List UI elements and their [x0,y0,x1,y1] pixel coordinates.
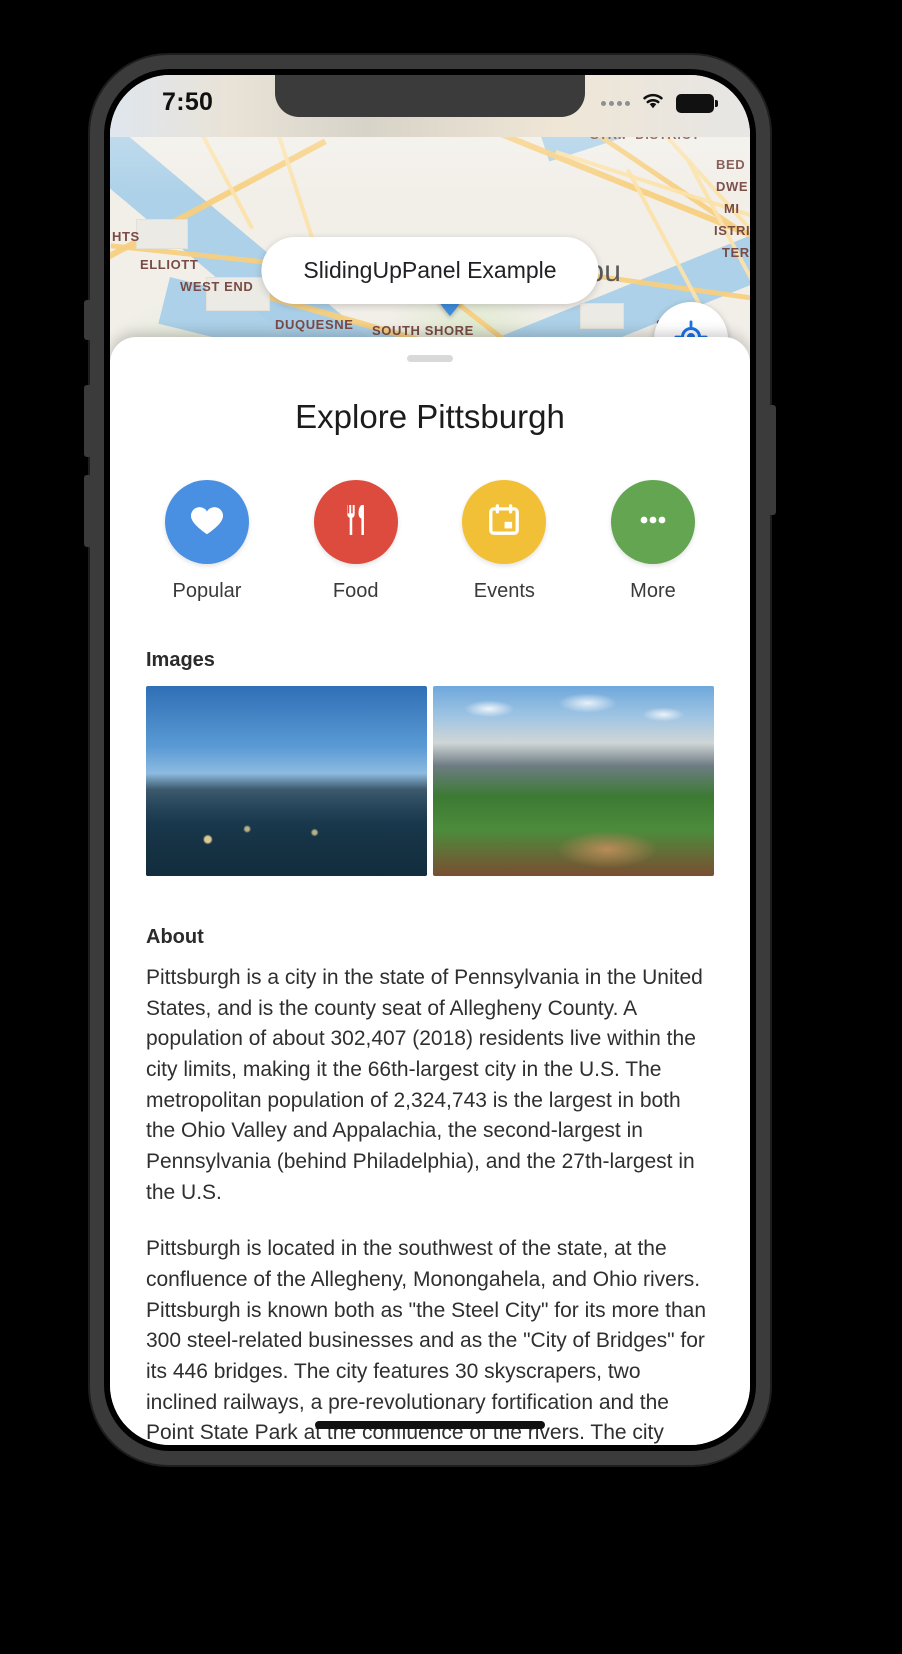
action-popular-label: Popular [172,580,242,602]
about-heading: About [146,926,204,948]
sliding-up-panel[interactable]: Explore Pittsburgh Popular Food Events M… [110,337,750,1445]
map-label: HTS [112,229,140,244]
map-label: WEST END [180,279,254,294]
image-thumbnail[interactable] [433,686,714,876]
phone-device-frame: HTS ELLIOTT WEST END DUQUESNE HEIGHTS SO… [84,55,776,1465]
map-label: TER [722,245,750,260]
ellipsis-icon [634,501,672,544]
silence-switch[interactable] [84,300,92,340]
status-time: 7:50 [162,88,214,116]
map-road [244,127,316,245]
quick-action-row: Popular Food Events More [110,436,750,603]
action-more-label: More [630,580,676,602]
about-section: About Pittsburgh is a city in the state … [110,926,750,1445]
map-title-text: SlidingUpPanel Example [303,257,557,283]
heart-icon [188,501,226,544]
map-label: DUQUESNE [275,317,354,332]
volume-up-button[interactable] [84,385,92,457]
cutlery-icon [338,502,374,543]
home-indicator[interactable] [315,1421,545,1429]
about-paragraph: Pittsburgh is a city in the state of Pen… [146,966,703,1204]
action-more-circle[interactable] [610,480,695,564]
action-popular-circle[interactable] [165,480,249,564]
phone-screen: HTS ELLIOTT WEST END DUQUESNE HEIGHTS SO… [110,75,750,1445]
calendar-icon [486,502,522,543]
device-notch [275,75,585,117]
action-events[interactable]: Events [453,480,555,603]
map-label: SOUTH SHORE [372,323,474,338]
action-food[interactable]: Food [305,480,407,603]
status-indicators [601,91,718,115]
signal-dots-icon [601,100,630,106]
action-popular[interactable]: Popular [156,480,258,603]
images-row[interactable] [110,686,750,876]
wifi-icon [640,91,666,115]
panel-title: Explore Pittsburgh [295,398,565,435]
battery-full-icon [676,93,718,113]
volume-down-button[interactable] [84,475,92,547]
map-block [136,219,188,249]
action-food-circle[interactable] [313,480,398,564]
map-block [580,303,624,329]
about-paragraph: Pittsburgh is located in the southwest o… [146,1237,707,1445]
panel-drag-handle[interactable] [407,355,453,362]
power-button[interactable] [768,405,776,515]
map-label: DWE [716,179,749,194]
map-label: MI [724,201,740,216]
action-events-circle[interactable] [462,480,547,564]
image-thumbnail[interactable] [146,686,427,876]
action-more[interactable]: More [602,480,704,603]
action-food-label: Food [332,580,379,602]
action-events-label: Events [473,580,535,602]
images-heading: Images [146,649,215,671]
map-title-pill[interactable]: SlidingUpPanel Example [261,237,599,304]
map-label: ELLIOTT [140,257,199,272]
images-section: Images [110,649,750,876]
map-label: BED [716,157,746,172]
map-label: ISTRI [714,223,750,238]
